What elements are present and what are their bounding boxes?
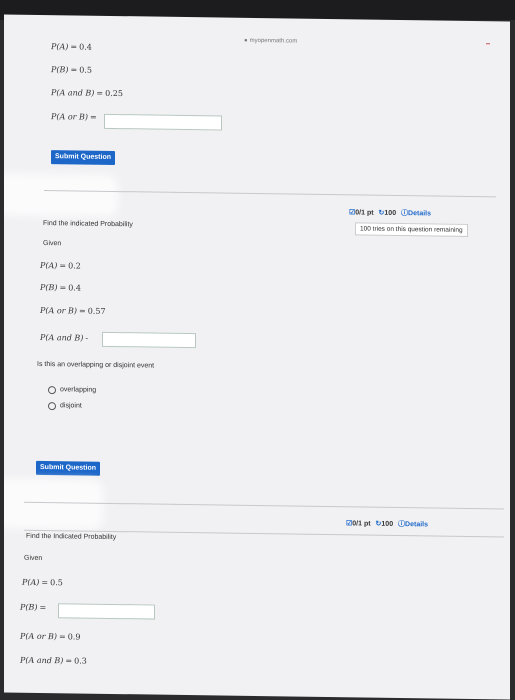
q1-submit-button[interactable]: Submit Question [51, 150, 115, 166]
q2-given-line: P(A or B) = 0.57 [40, 305, 106, 316]
lock-icon: ● [244, 37, 248, 44]
redacted-area [4, 484, 97, 524]
q2-given-label: Given [43, 240, 62, 248]
q3-instruction: Find the Indicated Probability [26, 532, 117, 542]
q2-given-line: P(A) = 0.2 [40, 260, 81, 271]
q1-answer-input[interactable] [104, 113, 222, 131]
q2-meta: ☑0/1 pt ↻100 ⓘDetails [349, 209, 432, 218]
option-disjoint-label[interactable]: disjoint [60, 402, 82, 409]
q1-given-line: P(A and B) = 0.25 [51, 88, 123, 99]
q2-submit-button[interactable]: Submit Question [36, 460, 100, 476]
tries-remaining-tooltip: 100 tries on this question remaining [355, 222, 468, 237]
q3-answer-input[interactable] [58, 603, 155, 620]
q3-given-line: P(A) = 0.5 [22, 577, 63, 588]
url-text[interactable]: ● myopenmath.com [244, 38, 297, 45]
q1-answer-label: P(A or B) = [51, 112, 97, 122]
redacted-area [4, 179, 112, 211]
q2-instruction: Find the indicated Probability [43, 220, 133, 229]
q3-given-line: P(A and B) = 0.3 [20, 655, 87, 666]
q2-event-question: Is this an overlapping or disjoint event [37, 360, 155, 370]
q3-meta: ☑0/1 pt ↻100 ⓘDetails [346, 520, 429, 529]
info-icon[interactable]: ⓘ [398, 521, 405, 528]
browser-screen: ● myopenmath.com P(A) = 0.4 P(B) = 0.5 P(A an… [4, 14, 510, 700]
q3-given-label: Given [24, 554, 43, 563]
q2-answer-label: P(A and B) - [40, 332, 89, 343]
option-overlapping-label[interactable]: overlapping [60, 386, 96, 394]
details-link[interactable]: Details [408, 210, 431, 217]
info-icon[interactable]: ⓘ [401, 210, 408, 217]
radio-disjoint[interactable] [48, 402, 56, 411]
q1-given-line: P(A) = 0.4 [51, 42, 92, 52]
details-link[interactable]: Details [405, 521, 428, 528]
radio-overlapping[interactable] [48, 386, 56, 395]
q3-answer-label: P(B) = [20, 602, 47, 613]
q1-given-line: P(B) = 0.5 [51, 65, 92, 75]
q2-given-line: P(B) = 0.4 [40, 282, 81, 293]
q2-answer-input[interactable] [102, 331, 196, 349]
tab-indicator-icon [486, 43, 490, 45]
q3-given-line: P(A or B) = 0.9 [20, 631, 81, 642]
